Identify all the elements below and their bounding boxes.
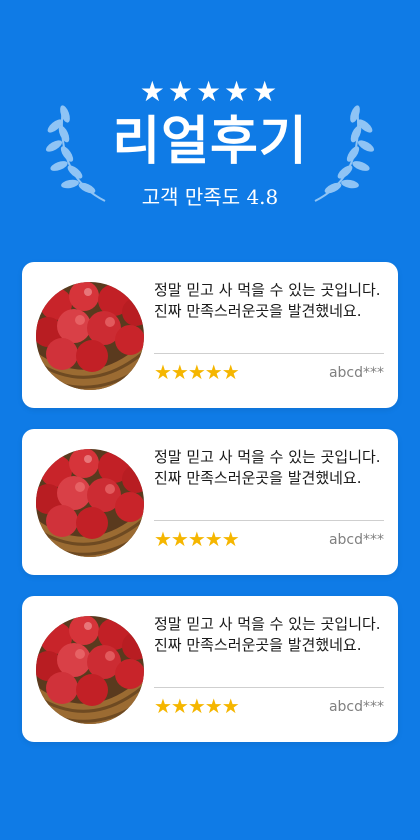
apple-basket-photo <box>36 616 144 724</box>
review-card: 정말 믿고 사 먹을 수 있는 곳입니다. 진짜 만족스러운곳을 발견했네요. … <box>22 596 398 742</box>
review-text: 정말 믿고 사 먹을 수 있는 곳입니다. 진짜 만족스러운곳을 발견했네요. <box>154 281 381 320</box>
apple-basket-photo <box>36 282 144 390</box>
review-card: 정말 믿고 사 먹을 수 있는 곳입니다. 진짜 만족스러운곳을 발견했네요. … <box>22 429 398 575</box>
reviewer-id: abcd*** <box>328 532 384 548</box>
reviewer-id: abcd*** <box>328 699 384 715</box>
star-rating: ★★★★★ <box>154 360 240 384</box>
page-title: 리얼후기 <box>112 112 308 172</box>
review-text: 정말 믿고 사 먹을 수 있는 곳입니다. 진짜 만족스러운곳을 발견했네요. <box>154 615 381 654</box>
divider <box>154 353 384 354</box>
star-rating: ★★★★★ <box>154 527 240 551</box>
divider <box>154 520 384 521</box>
satisfaction-subtitle: 고객 만족도 4.8 <box>141 185 279 209</box>
apple-basket-photo <box>36 449 144 557</box>
review-card: 정말 믿고 사 먹을 수 있는 곳입니다. 진짜 만족스러운곳을 발견했네요. … <box>22 262 398 408</box>
star-rating: ★★★★★ <box>154 694 240 718</box>
review-text: 정말 믿고 사 먹을 수 있는 곳입니다. 진짜 만족스러운곳을 발견했네요. <box>154 448 381 487</box>
reviewer-id: abcd*** <box>328 365 384 381</box>
divider <box>154 687 384 688</box>
hero-section: ★★★★★ 리얼후기 고객 만족도 4.8 <box>0 0 420 240</box>
